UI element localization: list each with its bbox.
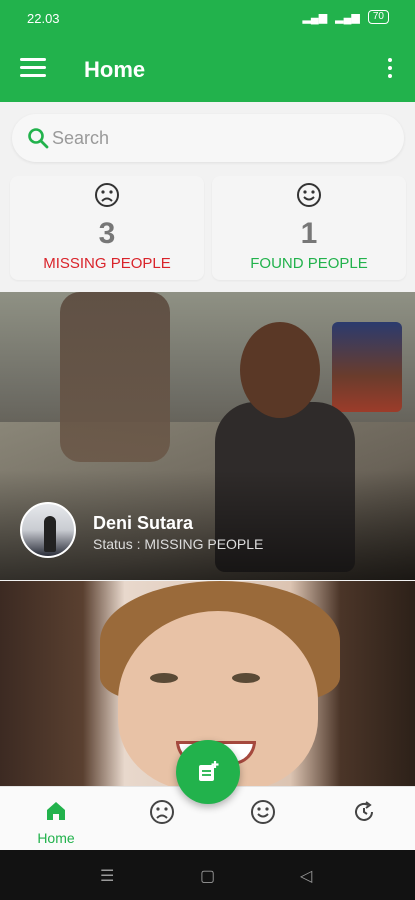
back-icon[interactable]: ◁	[300, 866, 312, 886]
nav-label-home: Home	[37, 830, 75, 846]
signal-icon: ▂▄▆	[302, 11, 328, 24]
found-count: 1	[300, 217, 318, 250]
status-time: 22.03	[27, 11, 60, 26]
missing-people-card[interactable]: 3 MISSING PEOPLE	[10, 176, 204, 280]
person-status: Status : MISSING PEOPLE	[93, 536, 264, 552]
found-people-card[interactable]: 1 FOUND PEOPLE	[212, 176, 406, 280]
add-report-button[interactable]	[176, 740, 240, 804]
search-input[interactable]	[52, 124, 382, 152]
signal-icon-2: ▂▄▆	[335, 11, 360, 24]
page-title: Home	[84, 57, 146, 82]
card-photo-eye	[150, 673, 178, 683]
person-name: Deni Sutara	[93, 513, 194, 533]
smile-face-icon	[297, 183, 321, 207]
add-note-icon	[199, 761, 219, 781]
card-photo-passerby	[60, 292, 170, 462]
search-icon	[28, 128, 49, 149]
home-system-icon[interactable]: ▢	[200, 866, 215, 886]
search-bar[interactable]	[12, 114, 404, 162]
history-icon	[355, 801, 373, 821]
system-navigation-bar: ☰ ▢ ◁	[0, 850, 415, 900]
missing-count: 3	[98, 217, 116, 250]
smile-face-icon	[251, 800, 275, 824]
status-icons: ▂▄▆ ▂▄▆ 70	[302, 10, 389, 24]
app-bar: Home	[0, 38, 415, 102]
sad-face-icon	[95, 183, 119, 207]
avatar	[20, 502, 76, 558]
recent-apps-icon[interactable]: ☰	[100, 866, 114, 886]
more-options-icon[interactable]	[385, 58, 395, 82]
missing-label: MISSING PEOPLE	[43, 255, 171, 272]
hamburger-menu-icon[interactable]	[20, 58, 46, 82]
status-bar: 22.03 ▂▄▆ ▂▄▆ 70	[0, 0, 415, 38]
person-card[interactable]: Deni Sutara Status : MISSING PEOPLE	[0, 292, 415, 580]
card-photo-eye	[232, 673, 260, 683]
battery-indicator: 70	[367, 10, 389, 24]
sad-face-icon	[150, 800, 174, 824]
nav-item-history[interactable]	[314, 787, 414, 851]
found-label: FOUND PEOPLE	[250, 255, 368, 272]
nav-item-home[interactable]: Home	[6, 787, 106, 851]
home-icon	[47, 802, 65, 820]
